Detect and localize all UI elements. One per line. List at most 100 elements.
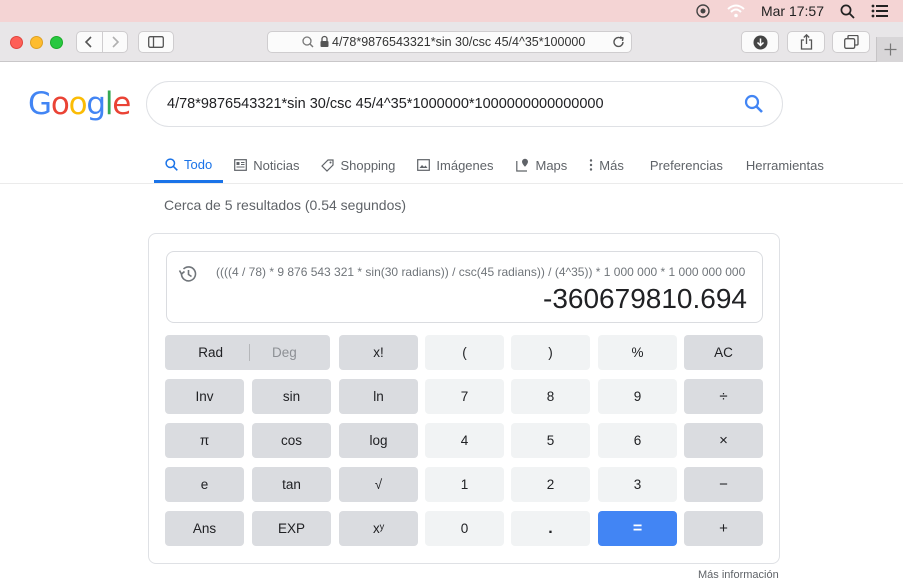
tab-mas[interactable]: Más	[578, 148, 635, 182]
digit-5-key[interactable]: 5	[511, 423, 590, 458]
logo-letter: G	[28, 86, 52, 122]
tab-overview-button[interactable]	[832, 31, 870, 53]
tab-noticias-label: Noticias	[253, 157, 300, 173]
back-button[interactable]	[77, 32, 102, 52]
control-center-icon[interactable]	[871, 4, 889, 18]
rad-deg-separator	[249, 344, 250, 361]
ln-key[interactable]: ln	[339, 379, 418, 414]
digit-8-key[interactable]: 8	[511, 379, 590, 414]
digit-7-key[interactable]: 7	[425, 379, 504, 414]
tab-shopping[interactable]: Shopping	[310, 148, 406, 182]
result-stats: Cerca de 5 resultados (0.54 segundos)	[164, 197, 407, 213]
search-box[interactable]: 4/78*9876543321*sin 30/csc 45/4^35*10000…	[146, 81, 783, 127]
tab-shopping-label: Shopping	[340, 157, 396, 173]
close-paren-key[interactable]: )	[511, 335, 590, 370]
search-tabs: Todo Noticias Shopping Imágenes Maps Más…	[154, 148, 835, 184]
divide-key[interactable]: ÷	[684, 379, 763, 414]
rad-deg-toggle[interactable]: Rad Deg	[165, 335, 330, 370]
pi-key[interactable]: π	[165, 423, 244, 458]
digit-2-key[interactable]: 2	[511, 467, 590, 502]
new-tab-button[interactable]	[876, 37, 903, 62]
close-window-button[interactable]	[10, 36, 23, 49]
search-icon	[302, 36, 314, 48]
calculator-display: ((((4 / 78) * 9 876 543 321 * sin(30 rad…	[166, 251, 763, 323]
plus-key[interactable]: +	[684, 511, 763, 546]
all-clear-key[interactable]: AC	[684, 335, 763, 370]
digit-6-key[interactable]: 6	[598, 423, 677, 458]
search-icon[interactable]	[744, 94, 764, 114]
logo-letter: e	[112, 86, 131, 122]
digit-0-key[interactable]: 0	[425, 511, 504, 546]
tab-imagenes[interactable]: Imágenes	[406, 148, 504, 182]
minimize-window-button[interactable]	[30, 36, 43, 49]
equals-key[interactable]: =	[598, 511, 677, 546]
tag-icon	[321, 158, 335, 172]
rad-button[interactable]: Rad	[198, 345, 223, 360]
tab-todo-label: Todo	[184, 157, 213, 172]
google-logo[interactable]: Google	[28, 86, 131, 122]
multiply-key[interactable]: ×	[684, 423, 763, 458]
logo-letter: g	[86, 86, 106, 122]
answer-key[interactable]: Ans	[165, 511, 244, 546]
share-icon	[800, 34, 812, 50]
digit-9-key[interactable]: 9	[598, 379, 677, 414]
decimal-point-key[interactable]: .	[511, 511, 590, 546]
sin-key[interactable]: sin	[252, 379, 331, 414]
history-icon[interactable]	[178, 264, 198, 284]
search-query[interactable]: 4/78*9876543321*sin 30/csc 45/4^35*10000…	[167, 96, 604, 112]
fullscreen-window-button[interactable]	[50, 36, 63, 49]
map-pin-icon	[515, 158, 528, 172]
chevron-left-icon	[85, 36, 93, 48]
calculator-result: -360679810.694	[543, 283, 747, 314]
tab-herramientas-label: Herramientas	[745, 157, 824, 173]
wifi-icon[interactable]	[727, 4, 745, 18]
lock-icon	[320, 35, 329, 47]
address-bar[interactable]: 4/78*9876543321*sin 30/csc 45/4^35*10000…	[267, 31, 632, 53]
more-vertical-icon	[590, 159, 593, 171]
logo-letter: o	[50, 86, 70, 122]
tab-maps-label: Maps	[535, 157, 568, 173]
minus-key[interactable]: −	[684, 467, 763, 502]
tan-key[interactable]: tan	[252, 467, 331, 502]
cos-key[interactable]: cos	[252, 423, 331, 458]
tab-maps[interactable]: Maps	[505, 148, 579, 182]
menubar-clock[interactable]: Mar 17:57	[761, 3, 824, 19]
download-icon	[753, 35, 767, 49]
reload-icon[interactable]	[612, 35, 625, 49]
tab-noticias[interactable]: Noticias	[223, 148, 310, 182]
more-info-link[interactable]: Más información	[698, 569, 779, 581]
logo-letter: o	[68, 86, 88, 122]
deg-button[interactable]: Deg	[272, 345, 297, 360]
percent-key[interactable]: %	[598, 335, 677, 370]
spotlight-search-icon[interactable]	[840, 4, 855, 19]
open-paren-key[interactable]: (	[425, 335, 504, 370]
tab-imagenes-label: Imágenes	[436, 157, 494, 173]
forward-button[interactable]	[101, 32, 127, 52]
downloads-button[interactable]	[741, 31, 779, 53]
image-icon	[417, 159, 431, 171]
sqrt-key[interactable]: √	[339, 467, 418, 502]
digit-4-key[interactable]: 4	[425, 423, 504, 458]
tab-herramientas[interactable]: Herramientas	[734, 148, 835, 182]
url-text: 4/78*9876543321*sin 30/csc 45/4^35*10000…	[332, 35, 586, 49]
tab-todo[interactable]: Todo	[154, 148, 224, 183]
euler-key[interactable]: e	[165, 467, 244, 502]
chevron-right-icon	[112, 36, 120, 48]
navigation-buttons	[76, 31, 128, 53]
app-status-icon[interactable]	[695, 3, 711, 19]
tab-preferencias-label: Preferencias	[649, 157, 723, 173]
factorial-key[interactable]: x!	[339, 335, 418, 370]
log-key[interactable]: log	[339, 423, 418, 458]
inverse-key[interactable]: Inv	[165, 379, 244, 414]
power-key[interactable]: xʸ	[339, 511, 418, 546]
tab-preferencias[interactable]: Preferencias	[635, 148, 734, 182]
digit-1-key[interactable]: 1	[425, 467, 504, 502]
plus-icon	[884, 43, 896, 56]
exponent-key[interactable]: EXP	[252, 511, 331, 546]
digit-3-key[interactable]: 3	[598, 467, 677, 502]
calculator-widget: ((((4 / 78) * 9 876 543 321 * sin(30 rad…	[148, 233, 780, 564]
share-button[interactable]	[787, 31, 825, 53]
sidebar-toggle-button[interactable]	[138, 31, 174, 53]
browser-toolbar: 4/78*9876543321*sin 30/csc 45/4^35*10000…	[0, 22, 903, 62]
calculator-expression: ((((4 / 78) * 9 876 543 321 * sin(30 rad…	[216, 265, 747, 279]
